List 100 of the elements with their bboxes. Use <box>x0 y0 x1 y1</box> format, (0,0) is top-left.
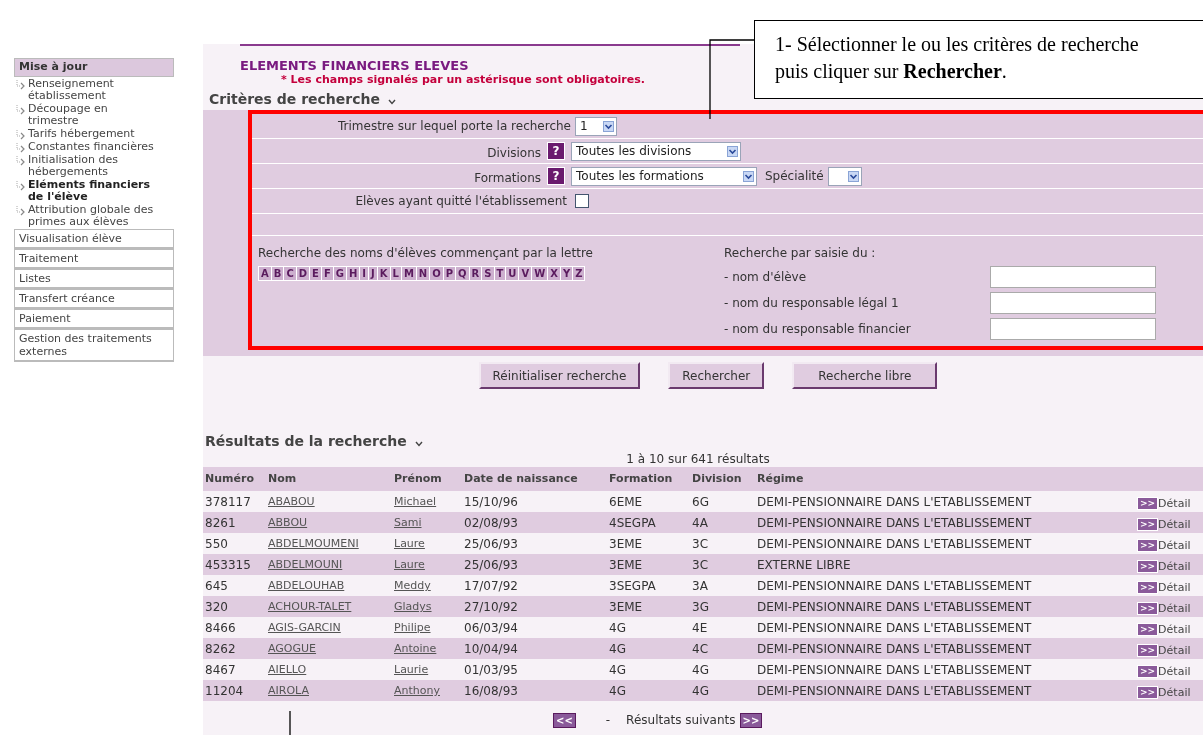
checkbox[interactable] <box>575 194 589 208</box>
name-link[interactable]: Meddy <box>394 579 431 593</box>
input-field[interactable] <box>990 318 1156 340</box>
column-header[interactable]: Prénom <box>392 470 462 488</box>
detail-icon[interactable]: >> <box>1137 644 1159 657</box>
specialty-select[interactable] <box>827 166 862 186</box>
letter-link[interactable]: P <box>443 267 456 280</box>
detail-link[interactable]: Détail <box>1158 519 1191 531</box>
name-link[interactable]: Antoine <box>394 642 437 656</box>
name-link[interactable]: AIELLO <box>268 663 307 677</box>
letter-link[interactable]: U <box>506 267 519 280</box>
input-field[interactable] <box>990 292 1156 314</box>
sidebar-heading[interactable]: Mise à jour <box>14 58 174 77</box>
detail-link[interactable]: Détail <box>1158 624 1191 636</box>
column-header[interactable]: Nom <box>266 470 392 488</box>
detail-link[interactable]: Détail <box>1158 582 1191 594</box>
name-link[interactable]: Philipe <box>394 621 431 635</box>
sidebar-section[interactable]: Transfert créance <box>14 288 174 309</box>
detail-link[interactable]: Détail <box>1158 498 1191 510</box>
letter-link[interactable]: Z <box>573 267 585 280</box>
column-header[interactable]: Numéro <box>203 470 266 488</box>
name-link[interactable]: AGIS-GARCIN <box>268 621 341 635</box>
letter-link[interactable]: N <box>416 267 430 280</box>
detail-icon[interactable]: >> <box>1137 560 1159 573</box>
column-header[interactable]: Régime <box>755 470 1135 488</box>
sidebar-link[interactable]: Attribution globale des primes aux élèves <box>28 203 160 228</box>
quarter-select[interactable]: 1 <box>575 116 617 136</box>
letter-link[interactable]: V <box>519 267 532 280</box>
name-link[interactable]: ABBOU <box>268 516 308 530</box>
next-page-button[interactable]: >> <box>739 712 763 728</box>
letter-link[interactable]: G <box>333 267 346 280</box>
letter-link[interactable]: T <box>494 267 506 280</box>
letter-link[interactable]: M <box>401 267 416 280</box>
sidebar-section[interactable]: Listes <box>14 268 174 289</box>
letter-link[interactable]: C <box>284 267 296 280</box>
sidebar-section[interactable]: Traitement <box>14 248 174 269</box>
input-field[interactable] <box>990 266 1156 288</box>
letter-link[interactable]: Q <box>456 267 469 280</box>
letter-link[interactable]: J <box>369 267 377 280</box>
sidebar-section[interactable]: Paiement <box>14 308 174 329</box>
name-link[interactable]: AIROLA <box>268 684 309 698</box>
name-link[interactable]: Sami <box>394 516 422 530</box>
name-link[interactable]: Laure <box>394 537 425 551</box>
sidebar-link[interactable]: Eléments financiers de l'élève <box>28 178 160 203</box>
detail-link[interactable]: Détail <box>1158 603 1191 615</box>
letter-link[interactable]: I <box>360 267 369 280</box>
detail-icon[interactable]: >> <box>1137 518 1159 531</box>
detail-link[interactable]: Détail <box>1158 561 1191 573</box>
letter-link[interactable]: F <box>321 267 333 280</box>
detail-icon[interactable]: >> <box>1137 497 1159 510</box>
name-link[interactable]: ABDELOUHAB <box>268 579 345 593</box>
detail-link[interactable]: Détail <box>1158 540 1191 552</box>
sidebar-section[interactable]: Gestion des traitements externes <box>14 328 174 362</box>
letter-link[interactable]: W <box>532 267 548 280</box>
letter-link[interactable]: K <box>377 267 390 280</box>
sidebar-link[interactable]: Découpage en trimestre <box>28 102 160 127</box>
letter-link[interactable]: H <box>346 267 360 280</box>
sidebar-section[interactable]: Visualisation élève <box>14 228 174 249</box>
letter-link[interactable]: X <box>548 267 560 280</box>
name-link[interactable]: ACHOUR-TALET <box>268 600 352 614</box>
column-header[interactable]: Formation <box>607 470 690 488</box>
name-link[interactable]: ABDELMOUMENI <box>268 537 359 551</box>
collapse-icon[interactable] <box>388 98 396 105</box>
help-icon[interactable]: ? <box>547 142 565 160</box>
column-header[interactable]: Division <box>690 470 755 488</box>
name-link[interactable]: Anthony <box>394 684 440 698</box>
name-link[interactable]: AGOGUE <box>268 642 317 656</box>
sidebar-link[interactable]: Tarifs hébergement <box>28 127 160 140</box>
letter-link[interactable]: A <box>259 267 271 280</box>
letter-link[interactable]: R <box>469 267 482 280</box>
collapse-icon[interactable] <box>414 440 423 447</box>
name-link[interactable]: ABDELMOUNI <box>268 558 343 572</box>
letter-link[interactable]: Y <box>560 267 573 280</box>
name-link[interactable]: Michael <box>394 495 437 509</box>
column-header[interactable]: Date de naissance <box>462 470 607 488</box>
previous-page-button[interactable]: << <box>553 712 576 728</box>
letter-link[interactable]: S <box>482 267 494 280</box>
letter-link[interactable]: D <box>296 267 310 280</box>
action-button[interactable]: Recherche libre <box>792 362 938 389</box>
sidebar-link[interactable]: Renseignement établissement <box>28 77 160 102</box>
help-icon[interactable]: ? <box>547 167 565 185</box>
name-link[interactable]: Gladys <box>394 600 432 614</box>
letter-link[interactable]: O <box>430 267 443 280</box>
detail-icon[interactable]: >> <box>1137 665 1159 678</box>
detail-icon[interactable]: >> <box>1137 602 1159 615</box>
name-link[interactable]: ABABOU <box>268 495 315 509</box>
detail-link[interactable]: Détail <box>1158 645 1191 657</box>
detail-icon[interactable]: >> <box>1137 581 1159 594</box>
detail-icon[interactable]: >> <box>1137 623 1159 636</box>
letter-link[interactable]: B <box>271 267 284 280</box>
letter-link[interactable]: E <box>310 267 321 280</box>
sidebar-link[interactable]: Initialisation des hébergements <box>28 153 160 178</box>
sidebar-link[interactable]: Constantes financières <box>28 140 160 153</box>
formation-select[interactable]: Toutes les formations <box>571 166 757 186</box>
action-button[interactable]: Réinitialiser recherche <box>478 362 641 389</box>
division-select[interactable]: Toutes les divisions <box>571 141 741 161</box>
detail-link[interactable]: Détail <box>1158 687 1191 699</box>
action-button[interactable]: Rechercher <box>668 362 765 389</box>
letter-link[interactable]: L <box>390 267 401 280</box>
detail-icon[interactable]: >> <box>1137 539 1159 552</box>
